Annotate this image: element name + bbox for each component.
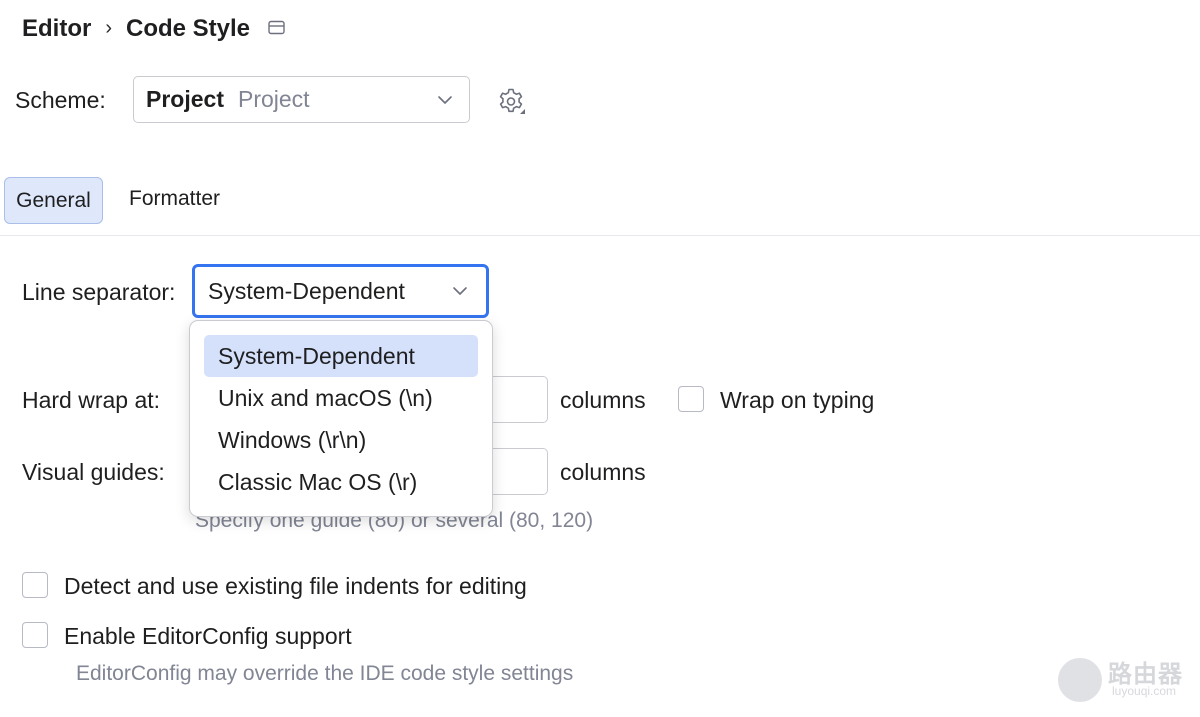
tab-formatter[interactable]: Formatter [129,187,220,211]
editorconfig-hint: EditorConfig may override the IDE code s… [76,662,574,685]
breadcrumb-parent[interactable]: Editor [22,15,91,43]
scheme-label: Scheme: [15,87,106,113]
line-separator-label: Line separator: [22,279,176,305]
wrap-on-typing-checkbox[interactable] [678,386,704,412]
wrap-on-typing-label[interactable]: Wrap on typing [720,387,874,414]
detect-indents-label[interactable]: Detect and use existing file indents for… [64,573,527,600]
scheme-name: Project [146,86,224,112]
line-separator-dropdown: System-Dependent Unix and macOS (\n) Win… [189,320,493,517]
router-icon [1058,658,1102,702]
line-separator-value: System-Dependent [208,277,405,304]
option-windows[interactable]: Windows (\r\n) [204,419,478,461]
visual-guides-label: Visual guides: [22,459,165,485]
breadcrumb-separator: › [105,16,112,39]
breadcrumb: Editor › Code Style [22,15,250,43]
editorconfig-checkbox[interactable] [22,622,48,648]
tab-general[interactable]: General [4,177,103,224]
watermark-logo: 路由器 luyouqi.com [1058,654,1188,704]
visual-guides-unit: columns [560,459,646,485]
hard-wrap-label: Hard wrap at: [22,387,161,413]
option-system-dependent[interactable]: System-Dependent [204,335,478,377]
chevron-down-icon [453,287,467,295]
line-separator-select[interactable]: System-Dependent [192,264,489,318]
tab-divider [0,235,1200,236]
page-title: Code Style [126,15,251,42]
window-icon[interactable] [268,20,285,36]
chevron-down-icon [438,95,452,104]
gear-icon[interactable] [496,87,526,117]
hard-wrap-unit: columns [560,387,646,413]
option-classic-mac[interactable]: Classic Mac OS (\r) [204,461,478,503]
detect-indents-checkbox[interactable] [22,572,48,598]
scheme-type: Project [237,86,310,112]
editorconfig-label[interactable]: Enable EditorConfig support [64,623,352,650]
watermark-subtext: luyouqi.com [1112,684,1177,698]
option-unix-macos[interactable]: Unix and macOS (\n) [204,377,478,419]
tab-general-label: General [16,188,91,212]
scheme-select[interactable]: Project Project [133,76,470,123]
